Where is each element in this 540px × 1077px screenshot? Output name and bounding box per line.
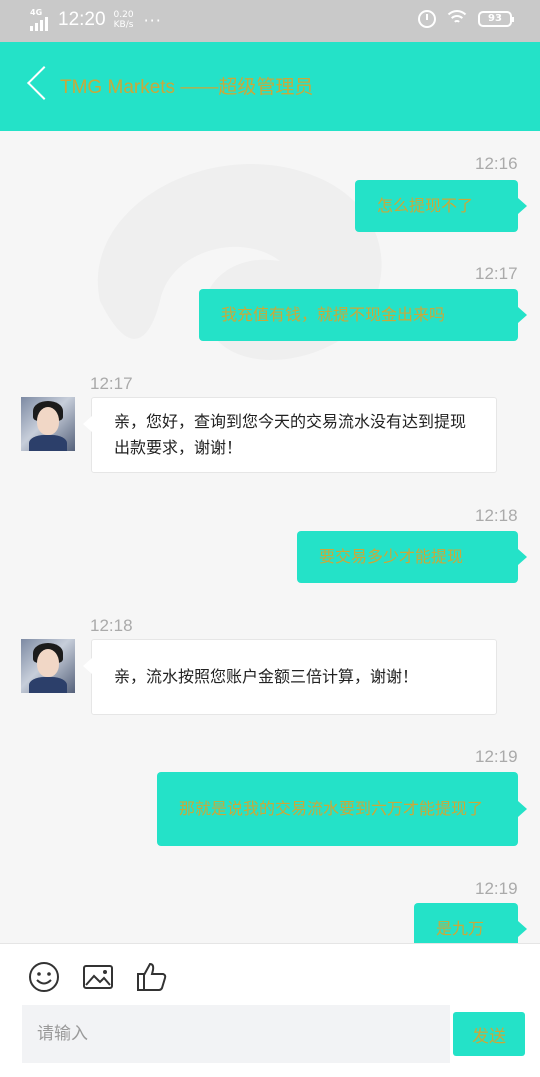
sent-message[interactable]: 我充值有钱，就提不现金出来吗 — [199, 289, 527, 341]
received-message[interactable]: 亲，您好，查询到您今天的交易流水没有达到提现出款要求，谢谢！ — [83, 397, 497, 473]
sent-message[interactable]: 怎么提现不了 — [355, 180, 527, 232]
network-speed: 0.20 KB/s — [113, 10, 134, 30]
message-time: 12:18 — [90, 616, 133, 635]
status-bar: 4G 12:20 0.20 KB/s ··· 93 — [0, 0, 540, 42]
message-time: 12:16 — [475, 154, 518, 173]
chat-header: TMG Markets ——超级管理员 — [0, 42, 540, 131]
sent-message[interactable]: 那就是说我的交易流水要到六万才能提现了 — [157, 772, 527, 846]
network-type: 4G — [30, 8, 43, 17]
message-time: 12:17 — [475, 264, 518, 283]
status-right: 93 — [418, 10, 514, 28]
message-time: 12:18 — [475, 506, 518, 525]
status-left: 4G 12:20 0.20 KB/s ··· — [30, 9, 162, 31]
thumbs-up-icon[interactable] — [135, 960, 169, 994]
chat-title: TMG Markets ——超级管理员 — [60, 77, 314, 98]
battery-icon: 93 — [478, 11, 514, 27]
signal-icon: 4G — [30, 9, 48, 31]
message-time: 12:19 — [475, 747, 518, 766]
alarm-icon — [418, 10, 436, 28]
avatar[interactable] — [21, 397, 75, 451]
smiley-icon[interactable] — [27, 960, 61, 994]
more-notifications-icon: ··· — [143, 10, 162, 30]
sent-message[interactable]: 是九万 — [414, 903, 527, 943]
chat-area[interactable]: 12:16 怎么提现不了 12:17 我充值有钱，就提不现金出来吗 12:17 … — [0, 131, 540, 943]
back-arrow-icon[interactable] — [24, 64, 54, 104]
status-time: 12:20 — [58, 9, 106, 30]
avatar[interactable] — [21, 639, 75, 693]
send-button[interactable]: 发送 — [453, 1012, 525, 1056]
message-time: 12:17 — [90, 374, 133, 393]
message-input-box[interactable] — [22, 1005, 450, 1063]
sent-message[interactable]: 要交易多少才能提现 — [297, 531, 527, 583]
received-message[interactable]: 亲，流水按照您账户金额三倍计算，谢谢！ — [83, 639, 497, 715]
input-toolbar: 发送 — [0, 943, 540, 1077]
message-input[interactable] — [22, 1005, 450, 1063]
image-icon[interactable] — [81, 960, 115, 994]
message-time: 12:19 — [475, 879, 518, 898]
wifi-icon — [446, 10, 468, 28]
